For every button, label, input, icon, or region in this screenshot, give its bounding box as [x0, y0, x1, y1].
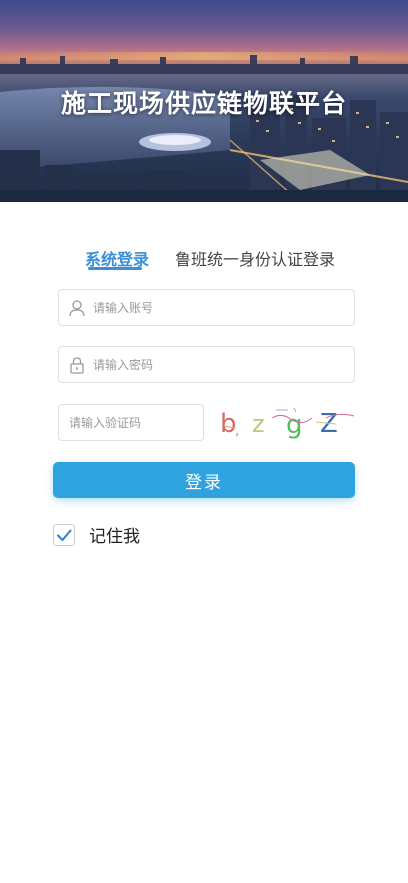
account-input[interactable] — [93, 300, 333, 315]
user-icon — [61, 299, 93, 317]
remember-label: 记住我 — [89, 527, 140, 547]
password-field[interactable] — [58, 346, 355, 383]
account-field[interactable] — [58, 289, 355, 326]
svg-text:z: z — [252, 410, 265, 438]
captcha-image[interactable]: b , z g Z — [216, 402, 358, 442]
password-input[interactable] — [93, 357, 333, 372]
login-button[interactable]: 登录 — [53, 462, 355, 498]
captcha-field[interactable] — [58, 404, 204, 441]
remember-me[interactable]: 记住我 — [53, 522, 140, 547]
captcha-input[interactable] — [69, 415, 199, 430]
tab-luban-sso-login[interactable]: 鲁班统一身份认证登录 — [175, 246, 335, 270]
remember-checkbox[interactable] — [53, 523, 75, 546]
active-tab-indicator — [88, 267, 142, 270]
app-title: 施工现场供应链物联平台 — [60, 89, 347, 118]
svg-text:,: , — [235, 423, 239, 439]
svg-text:g: g — [286, 410, 303, 440]
login-tabs: 系统登录 鲁班统一身份认证登录 — [0, 246, 408, 276]
checkmark-icon — [57, 529, 72, 541]
lock-icon — [61, 356, 93, 374]
banner: 施工现场供应链物联平台 — [0, 0, 408, 202]
